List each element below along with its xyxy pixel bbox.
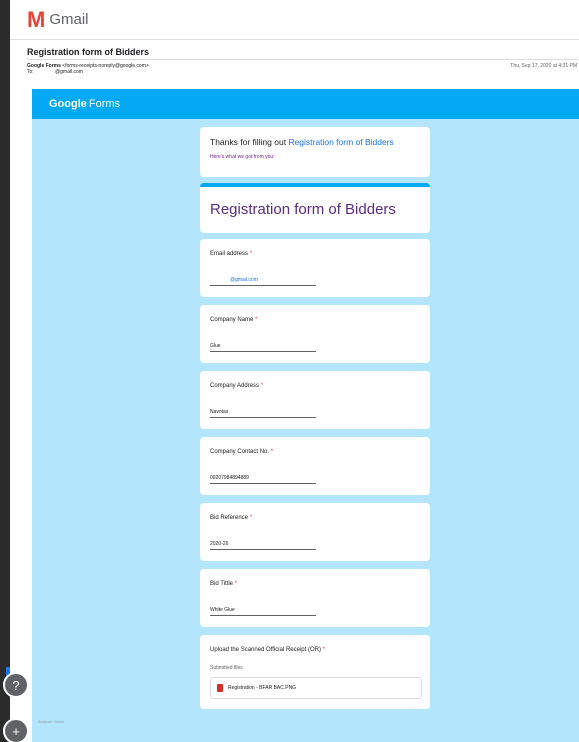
- thanks-prefix: Thanks for filling out: [210, 137, 289, 147]
- question-label: Bid Tittle *: [210, 581, 238, 587]
- answer-value: 09207984894889: [210, 475, 316, 484]
- form-link[interactable]: Registration form of Bidders: [288, 137, 393, 147]
- gmail-logo-text: Gmail: [49, 11, 89, 28]
- question-label: Upload the Scanned Official Receipt (OR)…: [210, 647, 325, 653]
- question-card-bid-title: Bid Tittle * White Glue: [200, 569, 430, 627]
- question-label: Bid Reference *: [210, 515, 253, 521]
- question-label: Company Contact No. *: [210, 449, 274, 455]
- left-rail: [0, 0, 10, 742]
- question-card-bid-reference: Bid Reference * 2020-26: [200, 503, 430, 561]
- question-card-company-address: Company Address * Navotas: [200, 371, 430, 429]
- file-name: Registration - BFAR BAC.PNG: [228, 685, 297, 691]
- image-file-icon: [217, 684, 223, 692]
- answer-value: @gmail.com: [210, 277, 316, 286]
- form-title-card: Registration form of Bidders: [200, 183, 430, 233]
- to-label: To:: [27, 69, 34, 75]
- question-card-email: Email address * @gmail.com: [200, 239, 430, 297]
- footer-text: Bulacan Hahm: [38, 719, 65, 724]
- forms-logo-text: Forms: [88, 98, 121, 110]
- email-view: M Gmail Registration form of Bidders Goo…: [10, 0, 579, 742]
- question-card-upload: Upload the Scanned Official Receipt (OR)…: [200, 635, 430, 709]
- form-title: Registration form of Bidders: [210, 201, 396, 218]
- recipient-email: @gmail.com: [55, 69, 83, 75]
- file-chip[interactable]: Registration - BFAR BAC.PNG: [210, 677, 422, 699]
- answer-value: 2020-26: [210, 541, 316, 550]
- thanks-title: Thanks for filling out Registration form…: [210, 137, 420, 147]
- email-subject: Registration form of Bidders: [27, 47, 150, 57]
- question-card-company-name: Company Name * Glue: [200, 305, 430, 363]
- google-logo-text: Google: [49, 98, 87, 110]
- email-date: Thu, Sep 17, 2020 at 4:31 PM: [510, 63, 577, 69]
- recipient-line: To: @gmail.com: [27, 69, 83, 75]
- form-response-body: Thanks for filling out Registration form…: [32, 119, 579, 742]
- question-card-contact-no: Company Contact No. * 09207984894889: [200, 437, 430, 495]
- question-label: Email address *: [210, 251, 253, 257]
- answer-value: Glue: [210, 343, 316, 352]
- google-forms-banner: Google Forms: [32, 89, 579, 119]
- submitted-files-label: Submitted files: [210, 665, 243, 671]
- answer-value: White Glue: [210, 607, 316, 616]
- gmail-header: M Gmail: [10, 0, 579, 40]
- question-label: Company Name *: [210, 317, 258, 323]
- divider: [27, 59, 579, 60]
- question-label: Company Address *: [210, 383, 264, 389]
- gmail-logo-icon[interactable]: M: [27, 7, 45, 33]
- answer-value: Navotas: [210, 409, 316, 418]
- thanks-subtitle: Here's what we got from you:: [210, 154, 275, 160]
- thanks-card: Thanks for filling out Registration form…: [200, 127, 430, 177]
